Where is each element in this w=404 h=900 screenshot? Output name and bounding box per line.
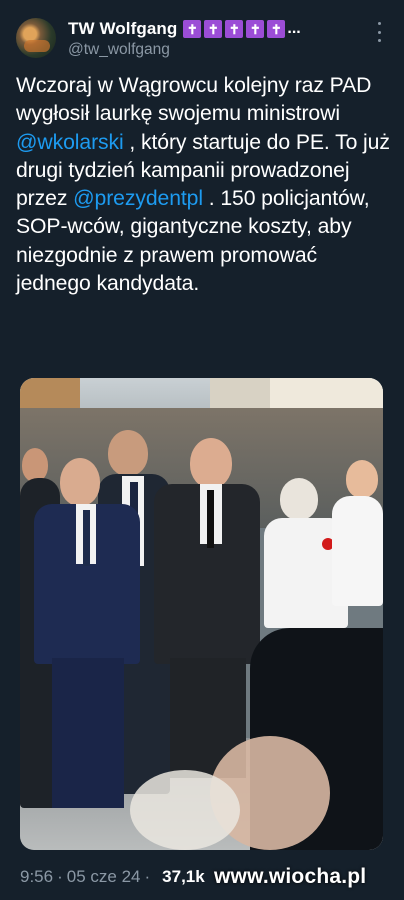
photo-person — [83, 510, 90, 566]
photo-person — [130, 770, 240, 850]
mention-link-prezydentpl[interactable]: @prezydentpl — [73, 187, 203, 210]
separator: · — [144, 867, 151, 886]
cross-icon: ✝ — [267, 20, 286, 38]
photo-person — [108, 430, 148, 476]
photo-person — [52, 658, 124, 808]
tweet-text: Wczoraj w Wągrowcu kolejny raz PAD wygło… — [16, 72, 392, 298]
tweet-photo[interactable] — [20, 378, 383, 850]
tweet-time[interactable]: 9:56 — [20, 867, 53, 887]
cross-icon: ✝ — [204, 20, 223, 38]
cross-icon: ✝ — [183, 20, 202, 38]
photo-person — [280, 478, 318, 520]
watermark: www.wiocha.pl — [214, 865, 367, 888]
photo-person — [190, 438, 232, 488]
photo-person — [22, 448, 48, 482]
more-vertical-icon[interactable] — [374, 22, 384, 42]
author-display-name[interactable]: TW Wolfgang — [68, 19, 177, 39]
name-truncation: ... — [287, 20, 301, 37]
photo-person — [60, 458, 100, 506]
separator: · — [57, 867, 63, 886]
tweet-date[interactable]: 05 cze 24 — [67, 867, 141, 887]
author-handle[interactable]: @tw_wolfgang — [68, 41, 170, 59]
cross-icon: ✝ — [246, 20, 265, 38]
cross-icon: ✝ — [225, 20, 244, 38]
mention-link-wkolarski[interactable]: @wkolarski — [16, 131, 124, 154]
photo-person — [332, 496, 383, 606]
author-name-row[interactable]: TW Wolfgang ✝ ✝ ✝ ✝ ✝ ... — [68, 18, 301, 40]
view-count: 37,1k — [162, 867, 205, 886]
avatar[interactable] — [16, 18, 56, 58]
photo-person — [346, 460, 378, 498]
tweet-header: TW Wolfgang ✝ ✝ ✝ ✝ ✝ ... @tw_wolfgang — [14, 14, 390, 64]
tweet-text-segment: Wczoraj w Wągrowcu kolejny raz PAD wygło… — [16, 74, 372, 126]
photo-person — [207, 490, 214, 548]
cross-badges: ✝ ✝ ✝ ✝ ✝ — [183, 20, 286, 38]
